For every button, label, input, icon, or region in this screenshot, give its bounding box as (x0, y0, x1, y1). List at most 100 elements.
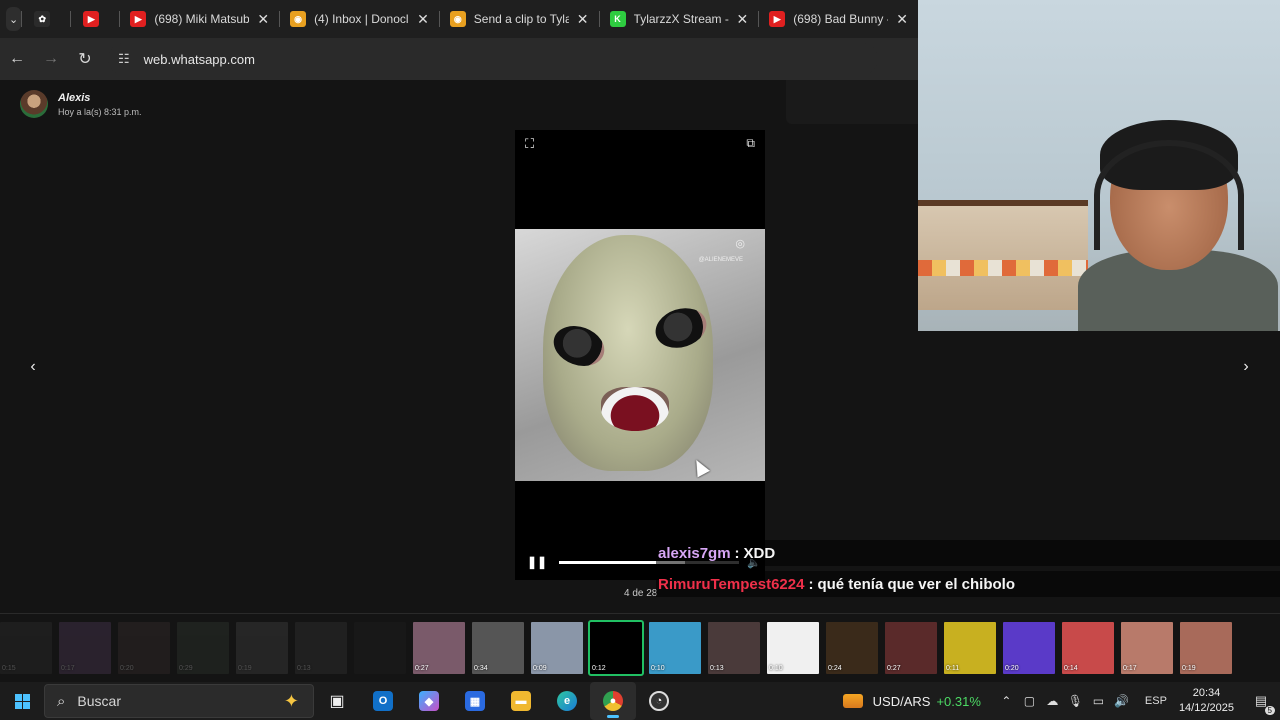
next-media-button[interactable]: › (1235, 356, 1257, 378)
ticker-icon[interactable] (842, 694, 863, 708)
media-thumbnail[interactable]: 0:27 (413, 622, 465, 674)
browser-tab[interactable]: ▶ (71, 4, 119, 34)
media-thumbnail[interactable]: 0:10 (767, 622, 819, 674)
fullscreen-icon[interactable]: ⛶ (525, 136, 534, 152)
ticker-change[interactable]: +0.31% (936, 694, 980, 709)
thumbnail-duration: 0:17 (61, 665, 75, 672)
forward-button[interactable]: → (34, 42, 68, 76)
omnibox[interactable]: ☷ web.whatsapp.com (108, 43, 878, 75)
chat-separator: : (734, 544, 740, 562)
onedrive-icon[interactable]: ☁ (1041, 694, 1064, 708)
microphone-icon[interactable]: 🎙 (1064, 694, 1087, 708)
youtube-icon: ▶ (83, 11, 100, 27)
edge-icon[interactable]: e (544, 682, 590, 720)
outlook-icon[interactable]: O (360, 682, 406, 720)
copilot-icon[interactable]: ◆ (406, 682, 452, 720)
clock[interactable]: 20:34 14/12/2025 (1179, 686, 1234, 716)
browser-tab[interactable]: ✿ (22, 4, 70, 34)
tab-title: (698) Bad Bunny - (793, 12, 889, 26)
obs-icon[interactable]: ◔ (636, 682, 682, 720)
windows-logo-icon (14, 693, 30, 709)
thumbnail-duration: 0:34 (474, 665, 488, 672)
chevron-up-icon[interactable]: ⌃ (995, 694, 1018, 708)
thumbnail-duration: 0:15 (2, 665, 16, 672)
task-view-icon[interactable]: ▣ (314, 682, 360, 720)
thumbnail-duration: 0:19 (238, 665, 252, 672)
media-thumbnail[interactable]: 0:10 (649, 622, 701, 674)
browser-tab[interactable]: ▶ (698) Bad Bunny - ✕ (759, 4, 918, 34)
video-player[interactable]: ⛶ ⧉ ◎ @ALIENEMEVE ❚❚ 🔈 (515, 130, 765, 580)
browser-tab[interactable]: ◉ Send a clip to Tyla ✕ (440, 4, 599, 34)
url-text[interactable]: web.whatsapp.com (144, 52, 255, 67)
chrome-icon[interactable]: ● (590, 682, 636, 720)
media-thumbnail[interactable]: 0:19 (236, 622, 288, 674)
chat-text: XDD (743, 544, 776, 562)
kick-icon: K (609, 11, 626, 27)
media-thumbnail[interactable]: 0:13 (295, 622, 347, 674)
media-thumbnail[interactable]: 0:17 (59, 622, 111, 674)
media-thumbnail[interactable]: 0:29 (177, 622, 229, 674)
media-thumbnail[interactable]: 0:20 (1003, 622, 1055, 674)
close-tab-icon[interactable]: ✕ (577, 11, 589, 28)
thumbnail-duration: 0:14 (1064, 665, 1078, 672)
media-thumbnail[interactable]: 0:15 (0, 622, 52, 674)
tab-title: TylarzzX Stream - (633, 12, 729, 26)
media-thumbnail[interactable] (354, 622, 406, 674)
reload-button[interactable]: ↻ (68, 42, 102, 76)
chat-message: RimuruTempest6224: qué tenía que ver el c… (656, 571, 1015, 597)
tab-title: Send a clip to Tyla (473, 12, 569, 26)
store-icon[interactable]: ▦ (452, 682, 498, 720)
file-explorer-icon[interactable]: ▬ (498, 682, 544, 720)
thumbnail-duration: 0:29 (179, 665, 193, 672)
taskbar-search[interactable]: ⌕ Buscar ✦ (44, 684, 314, 718)
start-button[interactable] (0, 682, 44, 720)
notification-icon[interactable]: ▤ 5 (1250, 690, 1275, 715)
back-button[interactable]: ← (0, 42, 34, 76)
close-tab-icon[interactable]: ✕ (417, 11, 429, 28)
media-thumbnail[interactable]: 0:20 (118, 622, 170, 674)
previous-media-button[interactable]: ‹ (22, 356, 44, 378)
tab-title: (4) Inbox | Donocl (314, 12, 409, 26)
speaker-icon[interactable]: 🔊 (1110, 694, 1133, 708)
youtube-icon: ▶ (769, 11, 786, 27)
watermark-handle: @ALIENEMEVE (698, 257, 743, 263)
media-thumbnail[interactable]: 0:17 (1121, 622, 1173, 674)
browser-tab[interactable]: ◉ (4) Inbox | Donocl ✕ (280, 4, 439, 34)
media-thumbnail[interactable]: 0:09 (531, 622, 583, 674)
close-tab-icon[interactable]: ✕ (257, 11, 269, 28)
media-thumbnail[interactable]: 0:24 (826, 622, 878, 674)
sparkle-icon[interactable]: ✦ (284, 691, 299, 712)
instagram-icon: ◎ (735, 238, 745, 250)
site-settings-icon[interactable]: ☷ (118, 51, 130, 67)
sender-time: Hoy a la(s) 8:31 p.m. (58, 106, 142, 117)
ticker-name[interactable]: USD/ARS (873, 694, 931, 709)
mouse-cursor-icon (690, 456, 710, 478)
alien-eye-left (548, 319, 610, 373)
close-tab-icon[interactable]: ✕ (737, 11, 749, 28)
media-thumbnail[interactable]: 0:34 (472, 622, 524, 674)
chat-username: alexis7gm (658, 544, 731, 562)
media-thumbnail[interactable]: 0:11 (944, 622, 996, 674)
media-thumbnail[interactable]: 0:19 (1180, 622, 1232, 674)
app-tray-icon[interactable]: ▢ (1018, 694, 1041, 708)
tab-search-chevron-icon[interactable]: ⌄ (6, 7, 22, 31)
close-tab-icon[interactable]: ✕ (896, 11, 908, 28)
search-placeholder: Buscar (77, 693, 121, 709)
browser-tab-bar: ⌄ ✿ ▶ ▶ (698) Miki Matsub ✕ ◉ (4) Inbox | Dono… (0, 0, 918, 38)
picture-in-picture-icon[interactable]: ⧉ (746, 136, 755, 151)
system-tray: USD/ARS +0.31% ⌃ ▢ ☁ 🎙 ▭ 🔊 ESP 20:34 14/… (842, 682, 1280, 720)
language-indicator[interactable]: ESP (1145, 695, 1167, 707)
thumbnail-duration: 0:11 (946, 665, 960, 672)
pause-button[interactable]: ❚❚ (527, 555, 547, 569)
browser-tab[interactable]: ▶ (698) Miki Matsub ✕ (120, 4, 279, 34)
thumbnail-selected[interactable]: 0:12 (588, 620, 644, 676)
clock-date: 14/12/2025 (1178, 702, 1234, 714)
media-thumbnail[interactable]: 0:14 (1062, 622, 1114, 674)
media-thumbnail-strip: 0:15 0:17 0:20 0:29 0:19 0:13 0:27 0:34 0:09 0:12… (0, 613, 1280, 682)
browser-tab[interactable]: K TylarzzX Stream - ✕ (600, 4, 759, 34)
chat-separator: : (808, 575, 814, 593)
network-icon[interactable]: ▭ (1087, 694, 1110, 708)
media-thumbnail[interactable]: 0:13 (708, 622, 760, 674)
webcam-overlay (918, 0, 1280, 331)
media-thumbnail[interactable]: 0:27 (885, 622, 937, 674)
